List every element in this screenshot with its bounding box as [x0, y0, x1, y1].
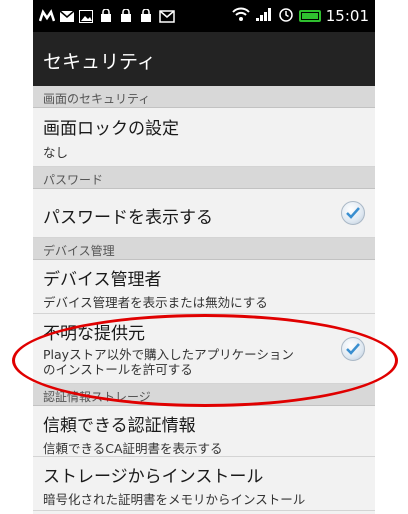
- item-summary: なし: [43, 145, 69, 160]
- trusted-credentials-item[interactable]: 信頼できる認証情報 信頼できるCA証明書を表示する: [33, 406, 375, 457]
- bag-icon: [119, 8, 133, 22]
- title-bar: セキュリティ: [33, 32, 375, 86]
- status-bar: 15:01: [33, 0, 375, 32]
- bag-icon: [99, 8, 113, 22]
- device-administrators-item[interactable]: デバイス管理者 デバイス管理者を表示または無効にする: [33, 260, 375, 314]
- checkbox-checked-icon[interactable]: [341, 201, 365, 225]
- item-summary: 暗号化された証明書をメモリからインストール: [43, 492, 306, 507]
- mail-icon: [159, 8, 175, 23]
- item-label: 信頼できる認証情報: [43, 416, 196, 436]
- show-password-item[interactable]: パスワードを表示する: [33, 189, 375, 238]
- image-icon: [79, 8, 93, 23]
- section-header-screen-security: 画面のセキュリティ: [33, 86, 375, 108]
- screen-lock-item[interactable]: 画面ロックの設定 なし: [33, 108, 375, 167]
- settings-list: 画面のセキュリティ 画面ロックの設定 なし パスワード パスワードを表示する デ…: [33, 86, 375, 511]
- item-label: デバイス管理者: [43, 270, 162, 290]
- page-title: セキュリティ: [43, 51, 156, 73]
- section-header-device-admin: デバイス管理: [33, 238, 375, 260]
- notification-icons: [38, 8, 175, 23]
- battery-icon: [298, 10, 321, 22]
- m-icon: [38, 8, 56, 22]
- alarm-icon: [278, 6, 294, 26]
- section-header-credential-storage: 認証情報ストレージ: [33, 384, 375, 406]
- wifi-icon: [232, 6, 250, 26]
- item-summary-line2: のインストールを許可する: [43, 362, 193, 377]
- phone-screen: 15:01 セキュリティ 画面のセキュリティ 画面ロックの設定 なし パスワード…: [33, 0, 375, 514]
- item-label: 不明な提供元: [43, 324, 145, 344]
- bag-icon: [139, 8, 153, 22]
- checkbox-checked-icon[interactable]: [341, 336, 365, 361]
- signal-icon: [255, 6, 273, 26]
- item-label: 画面ロックの設定: [43, 119, 179, 139]
- section-header-password: パスワード: [33, 167, 375, 189]
- item-summary-line1: Playストア以外で購入したアプリケーション: [43, 347, 294, 362]
- clock: 15:01: [325, 7, 369, 25]
- item-summary: 信頼できるCA証明書を表示する: [43, 441, 223, 456]
- unknown-sources-item[interactable]: 不明な提供元 Playストア以外で購入したアプリケーション のインストールを許可…: [33, 314, 375, 384]
- install-from-storage-item[interactable]: ストレージからインストール 暗号化された証明書をメモリからインストール: [33, 457, 375, 511]
- item-label: ストレージからインストール: [43, 467, 264, 487]
- mail-icon: [59, 8, 75, 22]
- system-icons: 15:01: [232, 6, 369, 26]
- item-label: パスワードを表示する: [43, 208, 213, 228]
- item-summary: デバイス管理者を表示または無効にする: [43, 295, 268, 310]
